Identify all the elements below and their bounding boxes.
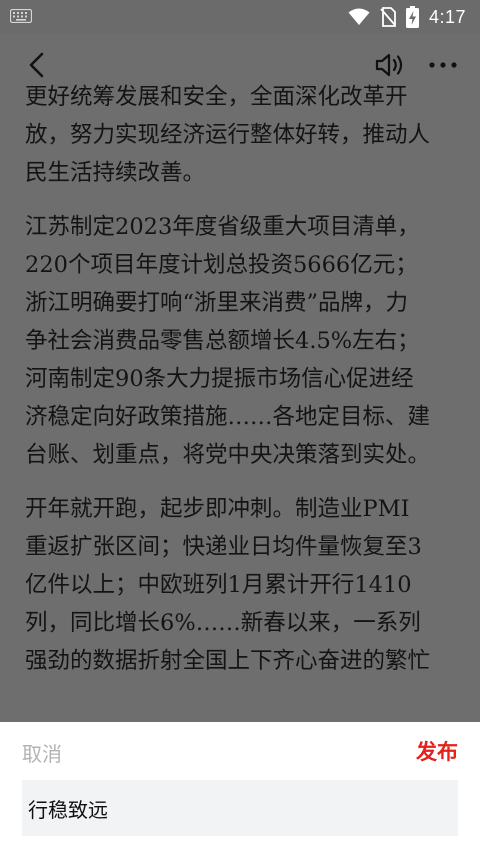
article-body: 更好统筹发展和安全，全面深化改革开 放，努力实现经济运行整体好转，推动人 民生活持续… <box>0 34 480 722</box>
article-line: 台账、划重点，将党中央决策落到实处。 <box>25 442 431 468</box>
article-line: 亿件以上；中欧班列1月累计开行1410 <box>25 572 412 598</box>
keyboard-icon <box>10 9 32 23</box>
article-line: 列，同比增长6%……新春以来，一系列 <box>25 610 421 636</box>
no-sim-icon <box>380 7 396 27</box>
status-time: 4:17 <box>428 6 466 27</box>
article-line: 浙江明确要打响“浙里来消费”品牌，力 <box>25 290 409 316</box>
article-line: 争社会消费品零售总额增长4.5%左右； <box>25 328 420 354</box>
comment-input[interactable] <box>22 780 458 836</box>
article-line: 河南制定90条大力提振市场信心促进经 <box>25 366 414 392</box>
article-line: 220个项目年度计划总投资5666亿元； <box>25 252 418 278</box>
article-line: 重返扩张区间；快递业日均件量恢复至3 <box>25 534 422 560</box>
article-line: 更好统筹发展和安全，全面深化改革开 <box>25 84 408 110</box>
wifi-icon <box>348 8 370 25</box>
article-text: 更好统筹发展和安全，全面深化改革开 放，努力实现经济运行整体好转，推动人 民生活持续… <box>25 78 465 680</box>
article-line: 济稳定向好政策措施……各地定目标、建 <box>25 404 431 430</box>
article-line: 民生活持续改善。 <box>25 160 206 186</box>
battery-charging-icon <box>405 6 419 28</box>
cancel-button[interactable]: 取消 <box>22 738 62 767</box>
article-line: 江苏制定2023年度省级重大项目清单， <box>25 214 420 240</box>
article-line: 开年就开跑，起步即冲刺。制造业PMI <box>25 496 410 522</box>
publish-button[interactable]: 发布 <box>416 736 458 766</box>
status-bar: 4:17 <box>0 0 480 34</box>
article-line: 强劲的数据折射全国上下齐心奋进的繁忙 <box>25 648 431 674</box>
article-line: 放，努力实现经济运行整体好转，推动人 <box>25 122 431 148</box>
comment-sheet: 取消 发布 <box>0 722 480 853</box>
